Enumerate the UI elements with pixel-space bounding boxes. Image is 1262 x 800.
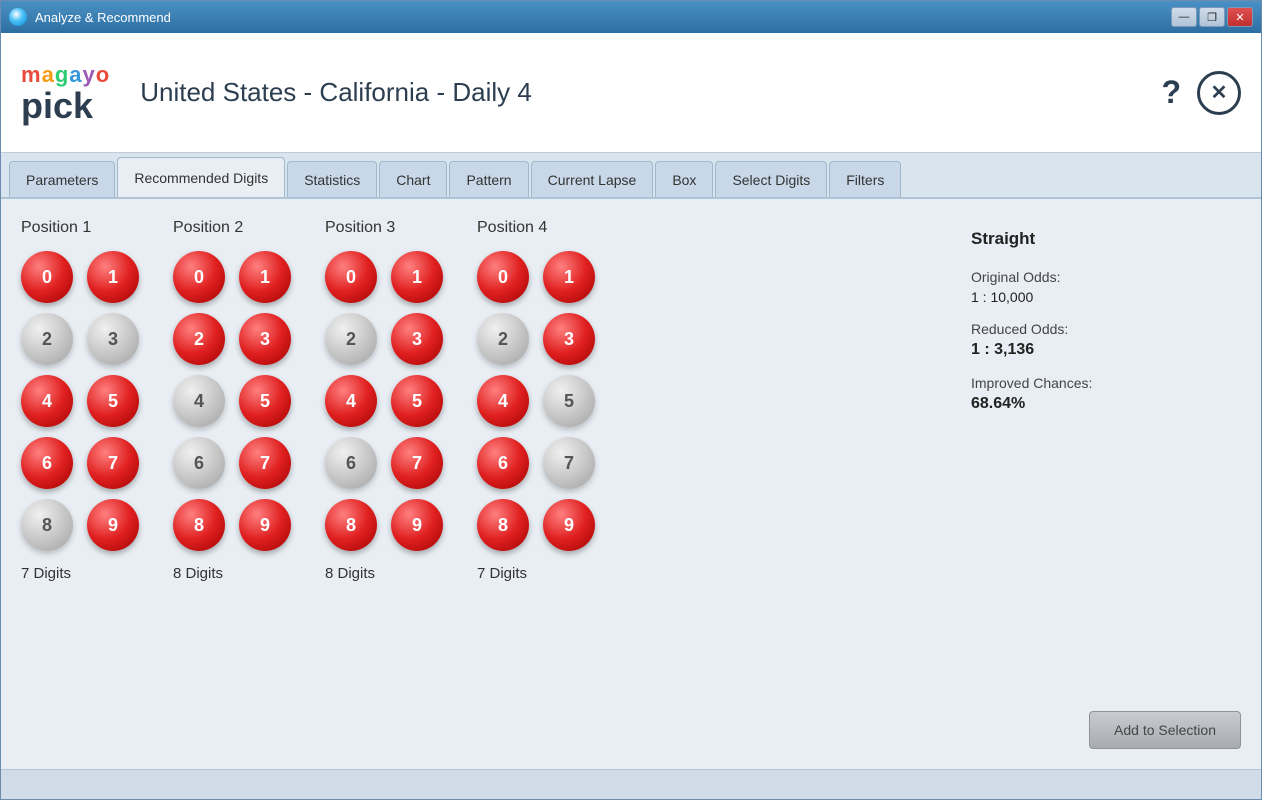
digit-ball[interactable]: 3	[87, 313, 139, 365]
tab-statistics[interactable]: Statistics	[287, 161, 377, 197]
logo-pick: pick	[21, 88, 110, 124]
digit-ball[interactable]: 6	[477, 437, 529, 489]
window-title: Analyze & Recommend	[35, 10, 1171, 25]
tab-recommended-digits[interactable]: Recommended Digits	[117, 157, 285, 197]
position-3-column: Position 3 0 1 2 3 4 5 6 7 8 9 8 Digits	[325, 219, 447, 749]
position-1-column: Position 1 0 1 2 3 4 5 6 7 8 9 7 Digits	[21, 219, 143, 749]
tabs-bar: Parameters Recommended Digits Statistics…	[1, 153, 1261, 199]
app-title: United States - California - Daily 4	[140, 77, 1161, 108]
digit-ball[interactable]: 1	[391, 251, 443, 303]
digit-ball[interactable]: 4	[477, 375, 529, 427]
window-controls: — ❐ ✕	[1171, 7, 1253, 27]
bottom-bar	[1, 769, 1261, 799]
app-window: Analyze & Recommend — ❐ ✕ magayo pick Un…	[0, 0, 1262, 800]
digit-ball[interactable]: 6	[21, 437, 73, 489]
position-4-label: Position 4	[477, 219, 547, 237]
digit-ball[interactable]: 2	[325, 313, 377, 365]
digit-ball[interactable]: 9	[87, 499, 139, 551]
digit-ball[interactable]: 5	[543, 375, 595, 427]
position-2-label: Position 2	[173, 219, 243, 237]
tab-current-lapse[interactable]: Current Lapse	[531, 161, 654, 197]
digit-ball[interactable]: 6	[173, 437, 225, 489]
digit-ball[interactable]: 2	[477, 313, 529, 365]
digit-ball[interactable]: 9	[543, 499, 595, 551]
digit-ball[interactable]: 3	[239, 313, 291, 365]
position-1-label: Position 1	[21, 219, 91, 237]
digit-ball[interactable]: 8	[21, 499, 73, 551]
digit-ball[interactable]: 0	[173, 251, 225, 303]
digit-ball[interactable]: 0	[325, 251, 377, 303]
position-4-count: 7 Digits	[477, 565, 527, 582]
position-3-grid: 0 1 2 3 4 5 6 7 8 9	[325, 251, 447, 551]
digit-ball[interactable]: 3	[543, 313, 595, 365]
header-icons: ? ✕	[1161, 71, 1241, 115]
tab-chart[interactable]: Chart	[379, 161, 447, 197]
tab-parameters[interactable]: Parameters	[9, 161, 115, 197]
app-icon	[9, 8, 27, 26]
position-4-grid: 0 1 2 3 4 5 6 7 8 9	[477, 251, 599, 551]
digit-ball[interactable]: 1	[239, 251, 291, 303]
digit-ball[interactable]: 4	[325, 375, 377, 427]
title-bar: Analyze & Recommend — ❐ ✕	[1, 1, 1261, 33]
digit-ball[interactable]: 8	[173, 499, 225, 551]
position-2-grid: 0 1 2 3 4 5 6 7 8 9	[173, 251, 295, 551]
close-window-button[interactable]: ✕	[1227, 7, 1253, 27]
digit-ball[interactable]: 5	[391, 375, 443, 427]
add-to-selection-button[interactable]: Add to Selection	[1089, 711, 1241, 749]
digit-ball[interactable]: 8	[325, 499, 377, 551]
logo: magayo pick	[21, 62, 110, 124]
position-3-label: Position 3	[325, 219, 395, 237]
original-odds-value: 1 : 10,000	[971, 289, 1241, 305]
position-1-grid: 0 1 2 3 4 5 6 7 8 9	[21, 251, 143, 551]
main-content: Position 1 0 1 2 3 4 5 6 7 8 9 7 Digits …	[1, 199, 1261, 769]
logo-magayo: magayo	[21, 62, 110, 88]
digit-ball[interactable]: 2	[21, 313, 73, 365]
help-icon[interactable]: ?	[1161, 74, 1181, 111]
digit-ball[interactable]: 7	[391, 437, 443, 489]
digit-ball[interactable]: 4	[173, 375, 225, 427]
improved-chances-value: 68.64%	[971, 395, 1241, 413]
digit-ball[interactable]: 0	[477, 251, 529, 303]
digit-ball[interactable]: 7	[239, 437, 291, 489]
improved-chances-label: Improved Chances:	[971, 375, 1241, 391]
digit-ball[interactable]: 1	[87, 251, 139, 303]
tab-pattern[interactable]: Pattern	[449, 161, 528, 197]
digit-ball[interactable]: 5	[239, 375, 291, 427]
tab-filters[interactable]: Filters	[829, 161, 901, 197]
digit-ball[interactable]: 7	[543, 437, 595, 489]
digit-ball[interactable]: 2	[173, 313, 225, 365]
tab-box[interactable]: Box	[655, 161, 713, 197]
digit-ball[interactable]: 1	[543, 251, 595, 303]
digit-ball[interactable]: 9	[239, 499, 291, 551]
straight-label: Straight	[971, 229, 1241, 249]
reduced-odds-label: Reduced Odds:	[971, 321, 1241, 337]
digit-ball[interactable]: 4	[21, 375, 73, 427]
digit-ball[interactable]: 8	[477, 499, 529, 551]
reduced-odds-value: 1 : 3,136	[971, 341, 1241, 359]
position-1-count: 7 Digits	[21, 565, 71, 582]
restore-button[interactable]: ❐	[1199, 7, 1225, 27]
tab-select-digits[interactable]: Select Digits	[715, 161, 827, 197]
position-2-count: 8 Digits	[173, 565, 223, 582]
position-2-column: Position 2 0 1 2 3 4 5 6 7 8 9 8 Digits	[173, 219, 295, 749]
position-3-count: 8 Digits	[325, 565, 375, 582]
stats-panel: Straight Original Odds: 1 : 10,000 Reduc…	[941, 219, 1241, 749]
positions-area: Position 1 0 1 2 3 4 5 6 7 8 9 7 Digits …	[21, 219, 941, 749]
close-icon[interactable]: ✕	[1197, 71, 1241, 115]
app-header: magayo pick United States - California -…	[1, 33, 1261, 153]
digit-ball[interactable]: 9	[391, 499, 443, 551]
digit-ball[interactable]: 0	[21, 251, 73, 303]
minimize-button[interactable]: —	[1171, 7, 1197, 27]
digit-ball[interactable]: 7	[87, 437, 139, 489]
original-odds-label: Original Odds:	[971, 269, 1241, 285]
digit-ball[interactable]: 3	[391, 313, 443, 365]
digit-ball[interactable]: 5	[87, 375, 139, 427]
position-4-column: Position 4 0 1 2 3 4 5 6 7 8 9 7 Digits	[477, 219, 599, 749]
digit-ball[interactable]: 6	[325, 437, 377, 489]
